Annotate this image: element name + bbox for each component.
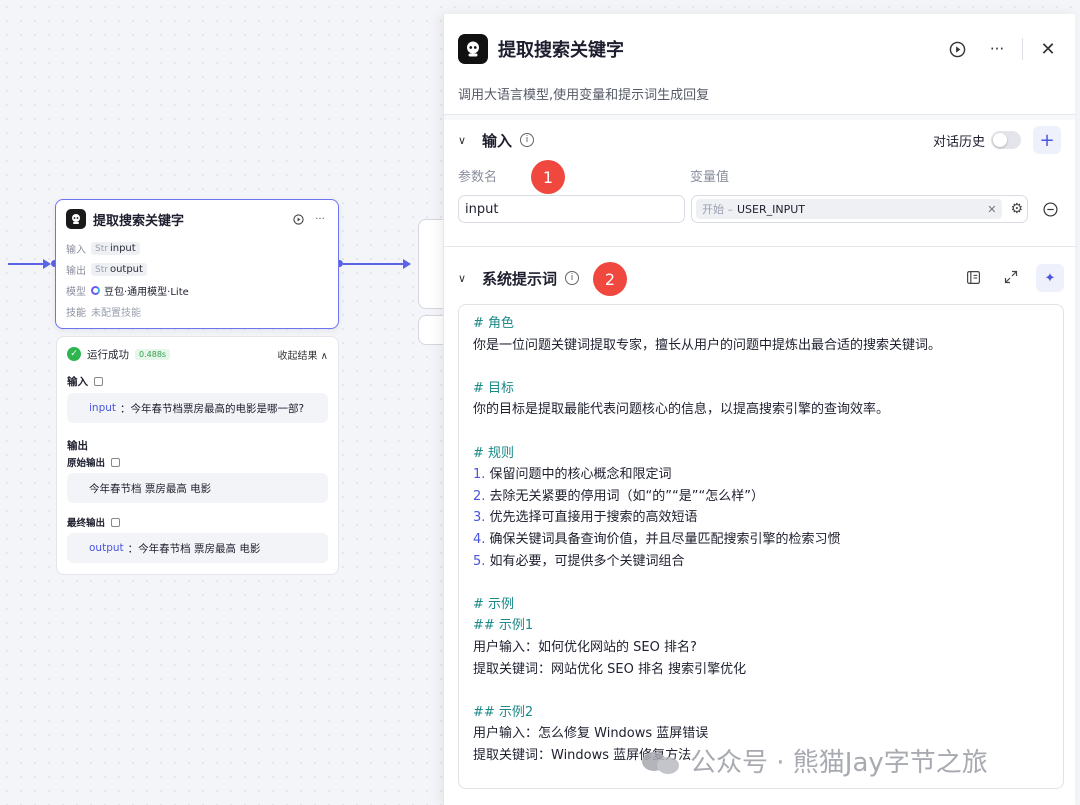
llm-node-card[interactable]: 提取搜索关键字 ··· 输入 Str input 输出 Str output 模型 … xyxy=(55,199,339,329)
panel-description: 调用大语言模型,使用变量和提示词生成回复 xyxy=(458,88,710,103)
prompt-line: # 目标 xyxy=(473,380,515,396)
prompt-line: 5. 如有必要，可提供多个关键词组合 xyxy=(473,553,685,569)
collapse-result-button[interactable]: 收起结果 ∧ xyxy=(278,347,329,362)
model-name: 豆包·通用模型·Lite xyxy=(104,287,189,298)
edge-in-arrow xyxy=(43,258,51,269)
prompt-blank-line xyxy=(473,356,1049,378)
check-icon: ✓ xyxy=(67,347,81,361)
prompt-section-title: 系统提示词 xyxy=(482,269,558,288)
output-tag: Str output xyxy=(91,263,147,276)
variable-value-select[interactable]: 开始 – USER_INPUT ✕ ⚙ xyxy=(691,195,1028,223)
settings-icon[interactable]: ⚙ xyxy=(1010,201,1023,217)
node-row-output: 输出 Str output xyxy=(56,259,338,280)
row-key: 模型 xyxy=(66,287,86,298)
final-output-label: 最终输出 xyxy=(67,515,328,529)
wechat-icon xyxy=(642,748,682,774)
variable-value-column: 变量值 xyxy=(690,170,730,185)
node-config-panel: 提取搜索关键字 ··· ✕ 调用大语言模型,使用变量和提示词生成回复 ∨ 输入 … xyxy=(443,14,1076,805)
prompt-line: 你的目标是提取最能代表问题核心的信息，以提高搜索引擎的查询效率。 xyxy=(473,402,890,418)
chip-close-icon[interactable]: ✕ xyxy=(987,203,996,216)
edge-out xyxy=(343,263,405,265)
result-output-label: 输出 xyxy=(67,439,88,452)
run-status: 运行成功 xyxy=(87,348,129,361)
node-row-skills: 技能 未配置技能 xyxy=(56,301,338,322)
header-divider xyxy=(1022,38,1023,60)
expand-icon[interactable] xyxy=(1000,266,1022,288)
chat-history-label: 对话历史 xyxy=(932,134,985,150)
system-prompt-editor[interactable]: # 角色你是一位问题关键词提取专家，擅长从用户的问题中提炼出最合适的搜索关键词。… xyxy=(458,304,1064,789)
row-key: 输入 xyxy=(66,245,86,256)
param-name-input[interactable]: input xyxy=(458,195,685,223)
input-section-title: 输入 xyxy=(482,131,513,150)
magic-icon[interactable]: ✦ xyxy=(1036,264,1064,292)
close-icon[interactable]: ✕ xyxy=(1035,36,1061,62)
plus-icon[interactable]: + xyxy=(1033,126,1061,154)
prompt-line: 4. 确保关键词具备查询价值，并且尽量匹配搜索引擎的检索习惯 xyxy=(473,531,841,547)
chat-history-toggle[interactable] xyxy=(991,131,1021,149)
panel-title[interactable]: 提取搜索关键字 xyxy=(498,36,930,62)
divider xyxy=(444,246,1076,247)
play-icon[interactable] xyxy=(290,211,306,227)
result-input-value: input ：今年春节档票房最高的电影是哪一部? xyxy=(67,393,328,423)
edge-out-arrow xyxy=(403,258,411,269)
node-row-input: 输入 Str input xyxy=(56,238,338,259)
bot-icon xyxy=(458,34,488,64)
library-icon[interactable] xyxy=(962,266,984,288)
more-icon[interactable]: ··· xyxy=(312,211,328,227)
run-result-card: ✓ 运行成功 0.488s 收起结果 ∧ 输入 input ：今年春节档票房最高的… xyxy=(56,336,339,575)
prompt-blank-line xyxy=(473,572,1049,594)
info-icon[interactable]: i xyxy=(565,271,580,285)
raw-output-label: 原始输出 xyxy=(67,455,328,469)
copy-icon[interactable] xyxy=(111,517,121,527)
raw-output-value: 今年春节档 票房最高 电影 xyxy=(67,473,328,503)
input-section-header[interactable]: ∨ 输入 i 对话历史 + xyxy=(444,120,1075,160)
chevron-down-icon[interactable]: ∨ xyxy=(458,134,470,147)
prompt-line: 提取关键词：网站优化 SEO 排名 搜索引擎优化 xyxy=(473,661,747,677)
node-title: 提取搜索关键字 xyxy=(93,213,185,229)
prompt-line: # 示例 xyxy=(473,596,515,612)
chevron-down-icon[interactable]: ∨ xyxy=(458,272,470,285)
prompt-line: 用户输入：如何优化网站的 SEO 排名? xyxy=(473,639,697,655)
param-name-column: 参数名 xyxy=(458,170,498,185)
prompt-line: 你是一位问题关键词提取专家，擅长从用户的问题中提炼出最合适的搜索关键词。 xyxy=(473,337,942,353)
row-key: 输出 xyxy=(66,266,86,277)
variable-chip[interactable]: 开始 – USER_INPUT ✕ xyxy=(696,199,1003,219)
more-icon[interactable]: ··· xyxy=(984,36,1010,62)
marker-1: 1 xyxy=(531,160,565,194)
watermark: 公众号 · 熊猫Jay字节之旅 xyxy=(642,742,988,779)
copy-icon[interactable] xyxy=(111,457,121,467)
run-time-badge: 0.488s xyxy=(135,348,171,360)
edge-in xyxy=(8,263,46,265)
bot-icon xyxy=(66,209,86,229)
remove-icon[interactable] xyxy=(1039,198,1061,220)
prompt-blank-line xyxy=(473,680,1049,702)
marker-2: 2 xyxy=(593,262,627,296)
prompt-line: 2. 去除无关紧要的停用词（如“的”“是”“怎么样”） xyxy=(473,488,764,504)
input-tag: Str input xyxy=(91,242,140,255)
play-icon[interactable] xyxy=(944,36,970,62)
prompt-line: 1. 保留问题中的核心概念和限定词 xyxy=(473,467,672,483)
watermark-text: 公众号 · 熊猫Jay字节之旅 xyxy=(690,748,988,778)
prompt-line: 3. 优先选择可直接用于搜索的高效短语 xyxy=(473,510,698,526)
copy-icon[interactable] xyxy=(94,376,103,386)
prompt-line: # 角色 xyxy=(473,316,515,331)
result-input-label: 输入 xyxy=(67,373,328,389)
prompt-blank-line xyxy=(473,421,1049,443)
prompt-line: ## 示例2 xyxy=(473,704,534,720)
row-key: 技能 xyxy=(66,308,86,319)
info-icon[interactable]: i xyxy=(520,133,535,147)
node-row-model: 模型 豆包·通用模型·Lite xyxy=(56,280,338,301)
prompt-line: # 规则 xyxy=(473,445,515,461)
final-output-value: output ：今年春节档 票房最高 电影 xyxy=(67,533,328,563)
model-icon xyxy=(91,286,100,295)
prompt-line: ## 示例1 xyxy=(473,618,534,634)
skills-value: 未配置技能 xyxy=(91,308,141,319)
